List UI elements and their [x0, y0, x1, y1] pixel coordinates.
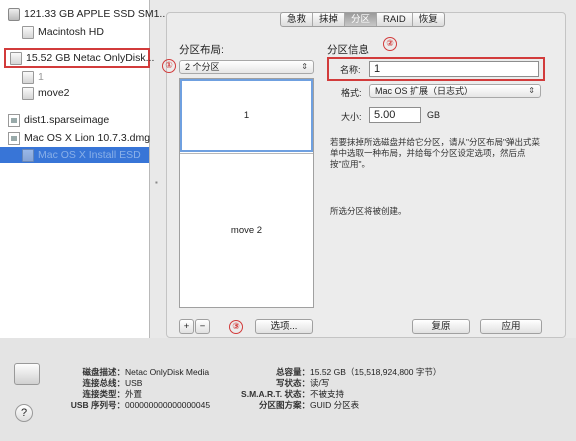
splitter-handle[interactable]: ▪ [155, 178, 158, 187]
usb-disk-icon [14, 363, 40, 385]
tab-partition[interactable]: 分区 [345, 13, 378, 26]
partition-block-2[interactable]: move 2 [180, 153, 313, 307]
sidebar-item-move2[interactable]: move2 [22, 85, 70, 101]
info-row: 分区图方案：GUID 分区表 [230, 399, 359, 411]
tab-raid[interactable]: RAID [377, 13, 413, 26]
partition-scheme-value: 2 个分区 [185, 62, 220, 72]
format-label: 格式: [341, 88, 362, 98]
tab-restore[interactable]: 恢复 [413, 13, 444, 26]
name-label: 名称: [340, 65, 361, 75]
add-partition-button[interactable]: + [179, 319, 194, 334]
partition-layout-map: 1 move 2 [179, 78, 314, 308]
popup-arrows-icon: ⇕ [528, 86, 535, 95]
size-unit: GB [427, 110, 441, 120]
sidebar-item-dist1[interactable]: dist1.sparseimage [8, 112, 109, 128]
volume-icon [22, 25, 34, 39]
sidebar-item-label: 121.33 GB APPLE SSD SM1... [24, 8, 169, 20]
partition-block-label: move 2 [230, 225, 263, 236]
sidebar-item-apple-ssd[interactable]: 121.33 GB APPLE SSD SM1... [8, 6, 168, 22]
partition-scheme-popup[interactable]: 2 个分区 ⇕ [179, 60, 314, 74]
remove-partition-button[interactable]: − [195, 319, 210, 334]
apply-button[interactable]: 应用 [480, 319, 542, 334]
partition-status: 所选分区将被创建。 [330, 206, 407, 216]
sidebar-item-label: move2 [38, 87, 70, 99]
info-value: GUID 分区表 [310, 400, 360, 410]
help-button[interactable]: ? [15, 404, 33, 422]
sidebar-item-install-esd[interactable]: Mac OS X Install ESD [0, 147, 149, 163]
info-value: 读/写 [310, 378, 330, 388]
sidebar-item-label: 15.52 GB Netac OnlyDisk... [26, 52, 155, 64]
disk-image-icon [8, 131, 20, 145]
annotation-3: ③ [229, 320, 243, 334]
size-field[interactable]: 5.00 [369, 107, 421, 123]
sidebar-item-label: Mac OS X Lion 10.7.3.dmg [24, 132, 151, 144]
sidebar-item-label: 1 [38, 71, 44, 83]
sidebar-item-label: Macintosh HD [38, 26, 104, 38]
info-value: USB [125, 378, 143, 388]
usb-disk-icon [10, 51, 22, 65]
volume-icon [22, 148, 34, 162]
format-popup[interactable]: Mac OS 扩展（日志式） ⇕ [369, 84, 541, 98]
partition-name-field[interactable]: 1 [369, 61, 539, 77]
info-value: 外置 [125, 389, 143, 399]
volume-icon [22, 70, 34, 84]
annotation-1: ① [162, 59, 176, 73]
partition-instructions: 若要抹掉所选磁盘并给它分区，请从"分区布局"弹出式菜单中选取一种布局，并给每个分… [330, 137, 541, 169]
format-value: Mac OS 扩展（日志式） [375, 86, 474, 96]
info-value: Netac OnlyDisk Media [125, 367, 210, 377]
info-value: 000000000000000045 [125, 400, 211, 410]
sidebar-item-macintosh-hd[interactable]: Macintosh HD [22, 24, 104, 40]
sidebar-item-label: Mac OS X Install ESD [38, 149, 141, 161]
tab-bar: 急救 抹掉 分区 RAID 恢复 [280, 12, 445, 27]
sidebar-item-netac-disk[interactable]: 15.52 GB Netac OnlyDisk... [4, 48, 154, 68]
partition-block-label: 1 [243, 110, 250, 121]
disk-info-footer: 磁盘描述：Netac OnlyDisk Media 连接总线：USB 连接类型：… [0, 338, 576, 441]
options-button[interactable]: 选项... [255, 319, 313, 334]
size-label: 大小: [341, 112, 362, 122]
volume-icon [22, 86, 34, 100]
sidebar-item-lion-dmg[interactable]: Mac OS X Lion 10.7.3.dmg [8, 130, 150, 146]
tab-first-aid[interactable]: 急救 [281, 13, 314, 26]
sidebar-item-label: dist1.sparseimage [24, 114, 110, 126]
revert-button[interactable]: 复原 [412, 319, 470, 334]
annotation-2: ② [383, 37, 397, 51]
info-row: USB 序列号：000000000000000045 [60, 399, 210, 411]
partition-block-1[interactable]: 1 [180, 79, 313, 152]
partition-info-heading: 分区信息 [327, 44, 369, 56]
sidebar: 121.33 GB APPLE SSD SM1... Macintosh HD … [0, 0, 168, 338]
info-key: 分区图方案： [258, 400, 310, 410]
sidebar-item-partition-1[interactable]: 1 [22, 69, 44, 85]
partition-layout-heading: 分区布局: [179, 44, 224, 56]
disk-image-icon [8, 113, 20, 127]
info-value: 不被支持 [310, 389, 345, 399]
info-value: 15.52 GB（15,518,924,800 字节） [310, 367, 442, 377]
internal-disk-icon [8, 7, 20, 21]
tab-erase[interactable]: 抹掉 [313, 13, 346, 26]
info-key: USB 序列号： [70, 400, 125, 410]
popup-arrows-icon: ⇕ [301, 62, 308, 71]
